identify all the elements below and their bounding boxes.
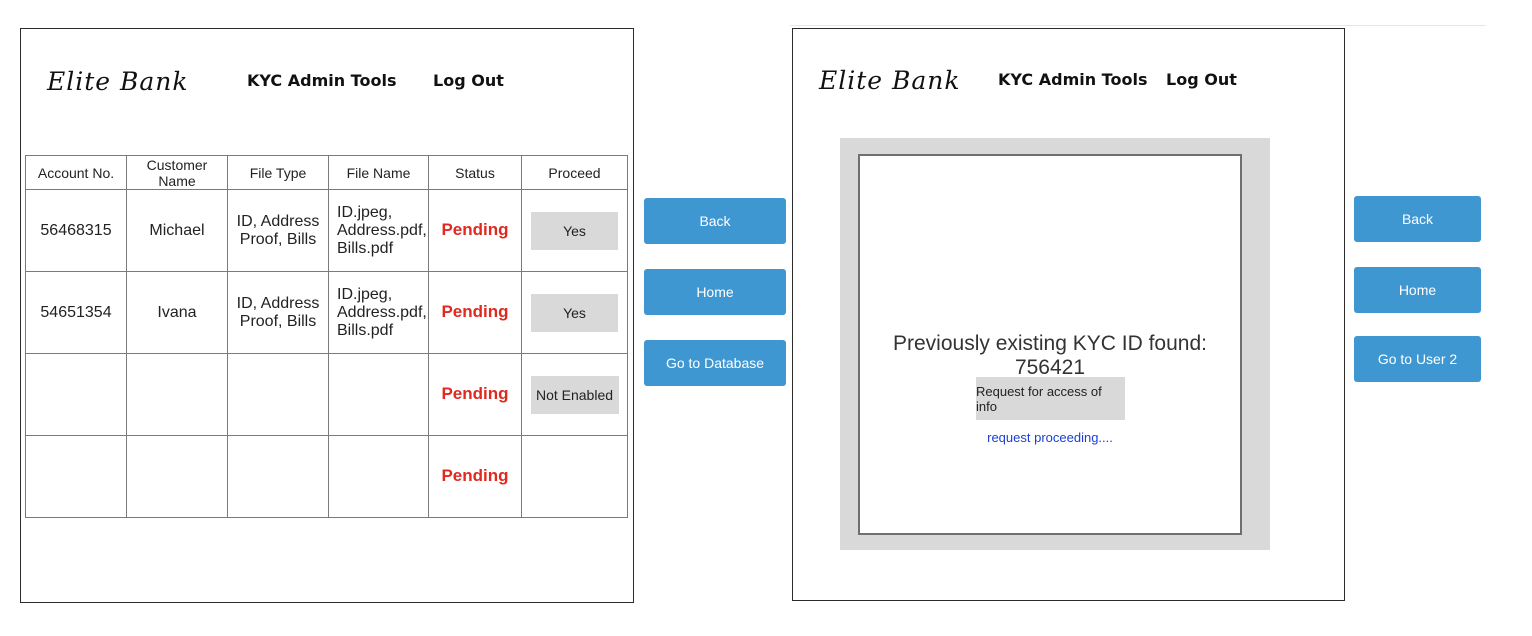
cell-proceed: Yes [521, 189, 628, 272]
header-account-no: Account No. [25, 155, 127, 190]
header-customer-name: Customer Name [126, 155, 228, 190]
cell-proceed: Not Enabled [521, 353, 628, 436]
cell-file-type: ID, Address Proof, Bills [227, 189, 329, 272]
nav-log-out[interactable]: Log Out [433, 71, 504, 90]
proceed-button[interactable]: Yes [531, 211, 618, 250]
table-row: 54651354 Ivana ID, Address Proof, Bills I… [25, 271, 628, 354]
table-row: 56468315 Michael ID, Address Proof, Bills… [25, 189, 628, 272]
nav-kyc-admin-tools[interactable]: KYC Admin Tools [998, 70, 1147, 89]
right-screen: Elite Bank KYC Admin Tools Log Out Previ… [792, 28, 1345, 601]
brand-logo: Elite Bank [819, 66, 961, 95]
cell-file-type: ID, Address Proof, Bills [227, 271, 329, 354]
home-button[interactable]: Home [1354, 267, 1481, 313]
cell-account-no [25, 353, 127, 436]
cell-proceed: Yes [521, 271, 628, 354]
header-proceed: Proceed [521, 155, 628, 190]
cell-customer-name: Michael [126, 189, 228, 272]
nav-log-out[interactable]: Log Out [1166, 70, 1237, 89]
status-badge: Pending [441, 466, 509, 485]
cell-status: Pending [428, 435, 522, 518]
cell-file-name: ID.jpeg, Address.pdf, Bills.pdf [328, 189, 429, 272]
file-name-line: Bills.pdf [337, 321, 394, 339]
go-to-database-button[interactable]: Go to Database [644, 340, 786, 386]
cell-status: Pending [428, 271, 522, 354]
table-row: Pending [25, 435, 628, 518]
proceed-button-disabled: Not Enabled [530, 375, 619, 414]
request-status-text: request proceeding.... [987, 430, 1113, 445]
status-badge: Pending [441, 302, 509, 321]
table-row: Pending Not Enabled [25, 353, 628, 436]
cell-proceed [521, 435, 628, 518]
file-name-line: ID.jpeg, [337, 203, 393, 221]
nav-kyc-admin-tools[interactable]: KYC Admin Tools [247, 71, 396, 90]
file-name-line: Bills.pdf [337, 239, 394, 257]
file-type-line: ID, Address [236, 212, 320, 230]
left-screen: Elite Bank KYC Admin Tools Log Out Accou… [20, 28, 634, 603]
cell-account-no: 54651354 [25, 271, 127, 354]
cell-file-type [227, 353, 329, 436]
cell-customer-name [126, 435, 228, 518]
cell-customer-name [126, 353, 228, 436]
file-name-line: Address.pdf, [337, 303, 427, 321]
modal-backdrop: Previously existing KYC ID found: 756421… [840, 138, 1270, 550]
header-file-name: File Name [328, 155, 429, 190]
cell-status: Pending [428, 353, 522, 436]
cell-customer-name: Ivana [126, 271, 228, 354]
header-status: Status [428, 155, 522, 190]
cell-file-name [328, 353, 429, 436]
kyc-requests-table: Account No. Customer Name File Type File… [25, 155, 628, 518]
status-badge: Pending [441, 220, 509, 239]
file-type-line: Proof, Bills [239, 312, 317, 330]
file-name-line: Address.pdf, [337, 221, 427, 239]
brand-logo: Elite Bank [47, 67, 189, 96]
file-type-line: ID, Address [236, 294, 320, 312]
back-button[interactable]: Back [644, 198, 786, 244]
cell-status: Pending [428, 189, 522, 272]
header-file-type: File Type [227, 155, 329, 190]
back-button[interactable]: Back [1354, 196, 1481, 242]
cell-account-no [25, 435, 127, 518]
cell-account-no: 56468315 [25, 189, 127, 272]
cell-file-name [328, 435, 429, 518]
cell-file-type [227, 435, 329, 518]
cell-file-name: ID.jpeg, Address.pdf, Bills.pdf [328, 271, 429, 354]
status-badge: Pending [441, 384, 509, 403]
request-access-button[interactable]: Request for access of info [976, 377, 1125, 420]
kyc-result-dialog: Previously existing KYC ID found: 756421… [858, 154, 1242, 535]
table-header-row: Account No. Customer Name File Type File… [25, 155, 628, 190]
top-divider [790, 25, 1486, 26]
go-to-user-2-button[interactable]: Go to User 2 [1354, 336, 1481, 382]
home-button[interactable]: Home [644, 269, 786, 315]
file-type-line: Proof, Bills [239, 230, 317, 248]
kyc-id-message: Previously existing KYC ID found: 756421 [893, 332, 1207, 379]
file-name-line: ID.jpeg, [337, 285, 393, 303]
proceed-button[interactable]: Yes [531, 293, 618, 332]
